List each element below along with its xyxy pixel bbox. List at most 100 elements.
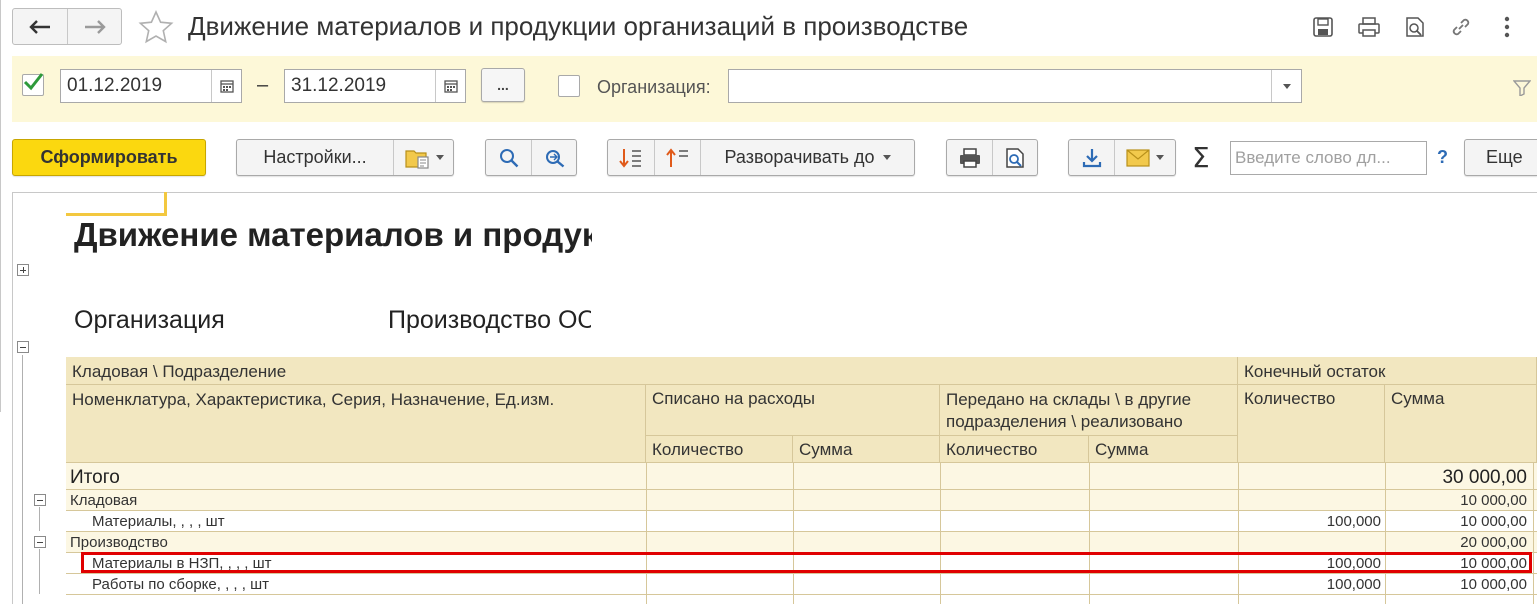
organization-dropdown-button[interactable] <box>1271 70 1301 102</box>
collapse-group-icon[interactable] <box>17 341 29 353</box>
chevron-down-icon <box>1156 155 1164 160</box>
active-cell-marker <box>66 192 167 216</box>
print-button[interactable] <box>1346 12 1392 42</box>
col-divider <box>646 463 647 604</box>
row-group-label: Производство <box>70 534 168 551</box>
period-checkbox[interactable] <box>22 73 44 96</box>
row-group-label: Кладовая <box>70 492 138 509</box>
param-organization-label: Организация <box>74 306 225 334</box>
folder-settings-icon <box>404 149 429 169</box>
row-total-label: Итого <box>70 467 120 488</box>
back-button[interactable] <box>13 9 67 44</box>
report-preview-button[interactable] <box>992 140 1037 175</box>
sum-icon[interactable]: Σ <box>1192 141 1210 174</box>
row-group-sum: 20 000,00 <box>1460 534 1527 551</box>
generate-button[interactable]: Сформировать <box>12 139 206 176</box>
search-next-icon <box>546 149 565 167</box>
filter-icon[interactable] <box>1513 80 1531 96</box>
preview-button[interactable] <box>1392 12 1438 42</box>
printer-icon <box>959 147 980 168</box>
organization-checkbox[interactable] <box>558 75 580 97</box>
navigation-buttons <box>12 8 122 45</box>
report-title: Движение материалов и продукции организа… <box>74 216 592 253</box>
settings-button-group: Настройки... <box>236 139 454 176</box>
report-print-button[interactable] <box>947 140 992 175</box>
date-from-value: 01.12.2019 <box>67 75 163 96</box>
collapse-row-icon[interactable] <box>34 494 46 506</box>
col-divider <box>1089 463 1090 604</box>
find-button[interactable] <box>486 140 531 175</box>
row-item-qty: 100,000 <box>1326 513 1381 530</box>
download-icon <box>1082 148 1101 167</box>
tree-line <box>39 549 40 594</box>
export-button-group <box>1068 139 1176 176</box>
printer-icon <box>1358 17 1380 37</box>
date-separator: – <box>257 74 269 96</box>
col-divider <box>1533 463 1534 604</box>
sort-asc-button[interactable] <box>654 140 700 175</box>
header-final-sum: Сумма <box>1385 385 1537 463</box>
col-divider <box>1385 463 1386 604</box>
sort-descending-icon <box>619 148 641 168</box>
save-icon <box>1313 17 1333 37</box>
arrow-left-icon <box>29 19 50 34</box>
param-organization-value: Производство ООО <box>388 306 591 334</box>
more-vertical-button[interactable] <box>1484 12 1530 42</box>
more-vertical-icon <box>1504 16 1510 38</box>
tree-line <box>39 507 40 531</box>
preview-icon <box>1406 17 1424 37</box>
favorite-star-icon[interactable] <box>138 10 174 44</box>
expand-group-icon[interactable] <box>17 264 29 276</box>
row-divider <box>66 489 1537 490</box>
header-transferred-qty: Количество <box>940 436 1089 463</box>
help-button[interactable]: ? <box>1437 147 1448 168</box>
row-divider <box>66 531 1537 532</box>
row-item-label: Материалы, , , , шт <box>92 513 225 530</box>
header-transferred: Передано на склады \ в другие подразделе… <box>940 385 1238 436</box>
download-button[interactable] <box>1069 140 1114 175</box>
header-nomenclature: Номенклатура, Характеристика, Серия, Наз… <box>66 385 646 463</box>
link-icon <box>1452 18 1470 36</box>
header-written-off-sum: Сумма <box>793 436 940 463</box>
col-divider <box>1238 463 1239 604</box>
row-item-sum: 10 000,00 <box>1460 513 1527 530</box>
date-to-value: 31.12.2019 <box>291 75 387 96</box>
forward-button[interactable] <box>67 9 121 44</box>
collapse-row-icon[interactable] <box>34 536 46 548</box>
report-search-input[interactable]: Введите слово дл... <box>1230 141 1427 175</box>
calendar-from-button[interactable] <box>211 70 241 102</box>
date-to-field[interactable]: 31.12.2019 <box>284 69 466 103</box>
find-next-button[interactable] <box>531 140 576 175</box>
chevron-down-icon <box>882 155 891 160</box>
organization-field[interactable] <box>728 69 1302 103</box>
calendar-to-button[interactable] <box>435 70 465 102</box>
header-warehouse: Кладовая \ Подразделение <box>66 357 1238 385</box>
row-divider <box>66 594 1537 595</box>
row-total-sum: 30 000,00 <box>1442 467 1527 488</box>
tree-line <box>22 355 23 604</box>
sort-desc-button[interactable] <box>608 140 654 175</box>
envelope-icon <box>1126 148 1150 167</box>
row-bg-group <box>66 490 1537 511</box>
header-written-off-qty: Количество <box>646 436 793 463</box>
more-button[interactable]: Еще <box>1464 139 1537 176</box>
expand-to-label: Разворачивать до <box>724 147 875 167</box>
title-actions <box>1300 12 1537 42</box>
date-from-field[interactable]: 01.12.2019 <box>60 69 242 103</box>
settings-button[interactable]: Настройки... <box>237 140 393 175</box>
expand-to-button[interactable]: Разворачивать до <box>700 140 914 175</box>
sort-ascending-icon <box>665 147 688 167</box>
preview-icon <box>1006 147 1024 168</box>
header-final-qty: Количество <box>1238 385 1385 463</box>
link-button[interactable] <box>1438 12 1484 42</box>
row-group-sum: 10 000,00 <box>1460 492 1527 509</box>
variants-button[interactable] <box>393 140 453 175</box>
period-select-button[interactable]: ... <box>481 68 525 102</box>
save-button[interactable] <box>1300 12 1346 42</box>
header-written-off: Списано на расходы <box>646 385 940 436</box>
close-button[interactable] <box>1530 12 1537 42</box>
organization-label: Организация: <box>597 77 711 97</box>
search-icon <box>499 148 518 167</box>
email-button[interactable] <box>1114 140 1175 175</box>
row-item-sum: 10 000,00 <box>1460 576 1527 593</box>
